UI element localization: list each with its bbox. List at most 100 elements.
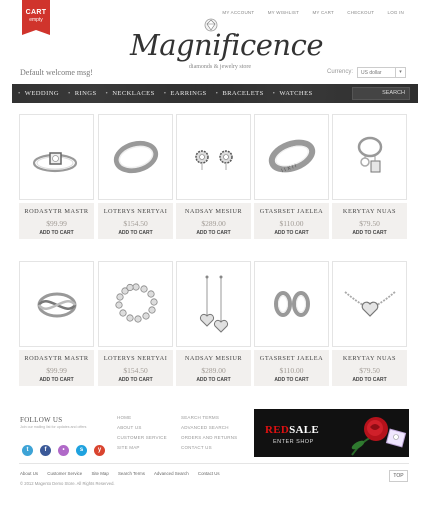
cart-badge[interactable]: CART empty bbox=[22, 0, 50, 35]
engraved-ring-icon: I I X I I bbox=[268, 139, 316, 174]
product-image[interactable] bbox=[332, 114, 407, 200]
product-price: $79.50 bbox=[359, 219, 380, 228]
product-image[interactable] bbox=[19, 114, 94, 200]
rose-gift-icon bbox=[351, 417, 407, 456]
top-link-cart[interactable]: MY CART bbox=[312, 10, 333, 15]
product-name[interactable]: LOTERYS NERTYAI bbox=[98, 208, 173, 215]
product-image[interactable] bbox=[98, 261, 173, 347]
nav-item-bracelets[interactable]: BRACELETS bbox=[216, 84, 264, 103]
product-name[interactable]: KERYTAY NUAS bbox=[332, 355, 407, 362]
social-links: t f • s y bbox=[22, 438, 108, 456]
heart-drop-earrings-icon bbox=[199, 275, 229, 333]
add-to-cart-button[interactable]: ADD TO CART bbox=[332, 377, 407, 383]
product-image[interactable] bbox=[332, 261, 407, 347]
add-to-cart-button[interactable]: ADD TO CART bbox=[254, 230, 329, 236]
add-to-cart-button[interactable]: ADD TO CART bbox=[254, 377, 329, 383]
footer-link-advanced-search[interactable]: ADVANCED SEARCH bbox=[181, 425, 237, 430]
product-name[interactable]: LOTERYS NERTYAI bbox=[98, 355, 173, 362]
product-image[interactable] bbox=[254, 261, 329, 347]
product-card[interactable]: KERYTAY NUAS $79.50 ADD TO CART bbox=[332, 261, 407, 386]
product-image[interactable]: I I X I I bbox=[254, 114, 329, 200]
stud-earrings-icon bbox=[195, 150, 233, 170]
product-info: GTASRSET JAELEA $110.00 ADD TO CART bbox=[254, 350, 329, 386]
bottom-link-customer-service[interactable]: Customer Service bbox=[47, 471, 82, 476]
product-price: $99.99 bbox=[46, 366, 67, 375]
product-image[interactable] bbox=[19, 261, 94, 347]
footer-link-home[interactable]: HOME bbox=[117, 415, 167, 420]
twitter-icon[interactable]: t bbox=[22, 445, 33, 456]
product-name[interactable]: GTASRSET JAELEA bbox=[254, 355, 329, 362]
product-name[interactable]: KERYTAY NUAS bbox=[332, 208, 407, 215]
product-name[interactable]: RODASYTR MASTR bbox=[19, 208, 94, 215]
skype-icon[interactable]: s bbox=[76, 445, 87, 456]
product-name[interactable]: GTASRSET JAELEA bbox=[254, 208, 329, 215]
product-info: LOTERYS NERTYAI $154.50 ADD TO CART bbox=[98, 350, 173, 386]
footer-link-search-terms[interactable]: SEARCH TERMS bbox=[181, 415, 237, 420]
add-to-cart-button[interactable]: ADD TO CART bbox=[176, 377, 251, 383]
band-ring-icon bbox=[113, 140, 159, 174]
bottom-link-contact[interactable]: Contact Us bbox=[198, 471, 220, 476]
product-price: $289.00 bbox=[201, 366, 226, 375]
hoop-earrings-icon bbox=[274, 291, 310, 317]
top-link-checkout[interactable]: CHECKOUT bbox=[347, 10, 374, 15]
top-link-wishlist[interactable]: MY WISHLIST bbox=[268, 10, 299, 15]
product-card[interactable]: RODASYTR MASTR $99.99 ADD TO CART bbox=[19, 114, 94, 239]
footer-links-1: HOME ABOUT US CUSTOMER SERVICE SITE MAP bbox=[117, 415, 167, 455]
product-name[interactable]: NADSAY MESIUR bbox=[176, 355, 251, 362]
follow-subtitle: Join our mailing list for updates and of… bbox=[20, 425, 87, 429]
footer-divider bbox=[19, 463, 409, 464]
product-card[interactable]: I I X I I GTASRSET JAELEA $110.00 ADD TO… bbox=[254, 114, 329, 239]
add-to-cart-button[interactable]: ADD TO CART bbox=[332, 230, 407, 236]
product-info: KERYTAY NUAS $79.50 ADD TO CART bbox=[332, 203, 407, 239]
nav-item-earrings[interactable]: EARRINGS bbox=[164, 84, 207, 103]
banner-title: REDSALE bbox=[265, 424, 319, 436]
bottom-link-site-map[interactable]: Site Map bbox=[91, 471, 108, 476]
nav-item-necklaces[interactable]: NECKLACES bbox=[106, 84, 155, 103]
flickr-icon[interactable]: • bbox=[58, 445, 69, 456]
bottom-link-search-terms[interactable]: Search Terms bbox=[118, 471, 145, 476]
footer-link-orders-returns[interactable]: ORDERS AND RETURNS bbox=[181, 435, 237, 440]
add-to-cart-button[interactable]: ADD TO CART bbox=[19, 377, 94, 383]
product-card[interactable]: NADSAY MESIUR $289.00 ADD TO CART bbox=[176, 114, 251, 239]
product-card[interactable]: LOTERYS NERTYAI $154.50 ADD TO CART bbox=[98, 261, 173, 386]
currency-select[interactable]: US dollar ▾ bbox=[357, 67, 406, 78]
add-to-cart-button[interactable]: ADD TO CART bbox=[19, 230, 94, 236]
nav-item-rings[interactable]: RINGS bbox=[68, 84, 97, 103]
add-to-cart-button[interactable]: ADD TO CART bbox=[176, 230, 251, 236]
product-card[interactable]: GTASRSET JAELEA $110.00 ADD TO CART bbox=[254, 261, 329, 386]
add-to-cart-button[interactable]: ADD TO CART bbox=[98, 230, 173, 236]
product-image[interactable] bbox=[176, 261, 251, 347]
banner-title-red: RED bbox=[265, 424, 290, 436]
product-card[interactable]: NADSAY MESIUR $289.00 ADD TO CART bbox=[176, 261, 251, 386]
product-image[interactable] bbox=[176, 114, 251, 200]
facebook-icon[interactable]: f bbox=[40, 445, 51, 456]
nav-item-wedding[interactable]: WEDDING bbox=[18, 84, 59, 103]
currency-value: US dollar bbox=[361, 70, 382, 76]
bottom-link-advanced-search[interactable]: Advanced Search bbox=[154, 471, 189, 476]
charm-ring-icon bbox=[357, 136, 383, 173]
bottom-link-about[interactable]: About Us bbox=[20, 471, 38, 476]
footer-link-site-map[interactable]: SITE MAP bbox=[117, 445, 167, 450]
logo[interactable]: Magnificence diamonds & jewelry store bbox=[130, 18, 324, 70]
main-nav: WEDDING RINGS NECKLACES EARRINGS BRACELE… bbox=[12, 84, 418, 103]
product-card[interactable]: RODASYTR MASTR $99.99 ADD TO CART bbox=[19, 261, 94, 386]
red-sale-banner[interactable]: REDSALE ENTER SHOP bbox=[254, 409, 409, 457]
square-solitaire-ring-icon bbox=[32, 152, 78, 173]
footer-link-contact[interactable]: CONTACT US bbox=[181, 445, 237, 450]
product-price: $110.00 bbox=[279, 219, 304, 228]
top-link-login[interactable]: LOG IN bbox=[388, 10, 404, 15]
nav-item-watches[interactable]: WATCHES bbox=[273, 84, 313, 103]
youtube-icon[interactable]: y bbox=[94, 445, 105, 456]
product-name[interactable]: RODASYTR MASTR bbox=[19, 355, 94, 362]
footer-link-customer-service[interactable]: CUSTOMER SERVICE bbox=[117, 435, 167, 440]
product-card[interactable]: KERYTAY NUAS $79.50 ADD TO CART bbox=[332, 114, 407, 239]
back-to-top-button[interactable]: TOP bbox=[389, 470, 408, 482]
footer-link-about[interactable]: ABOUT US bbox=[117, 425, 167, 430]
add-to-cart-button[interactable]: ADD TO CART bbox=[98, 377, 173, 383]
product-name[interactable]: NADSAY MESIUR bbox=[176, 208, 251, 215]
search-input[interactable]: SEARCH bbox=[352, 87, 410, 100]
product-card[interactable]: LOTERYS NERTYAI $154.50 ADD TO CART bbox=[98, 114, 173, 239]
product-price: $289.00 bbox=[201, 219, 226, 228]
product-image[interactable] bbox=[98, 114, 173, 200]
top-link-account[interactable]: MY ACCOUNT bbox=[222, 10, 254, 15]
